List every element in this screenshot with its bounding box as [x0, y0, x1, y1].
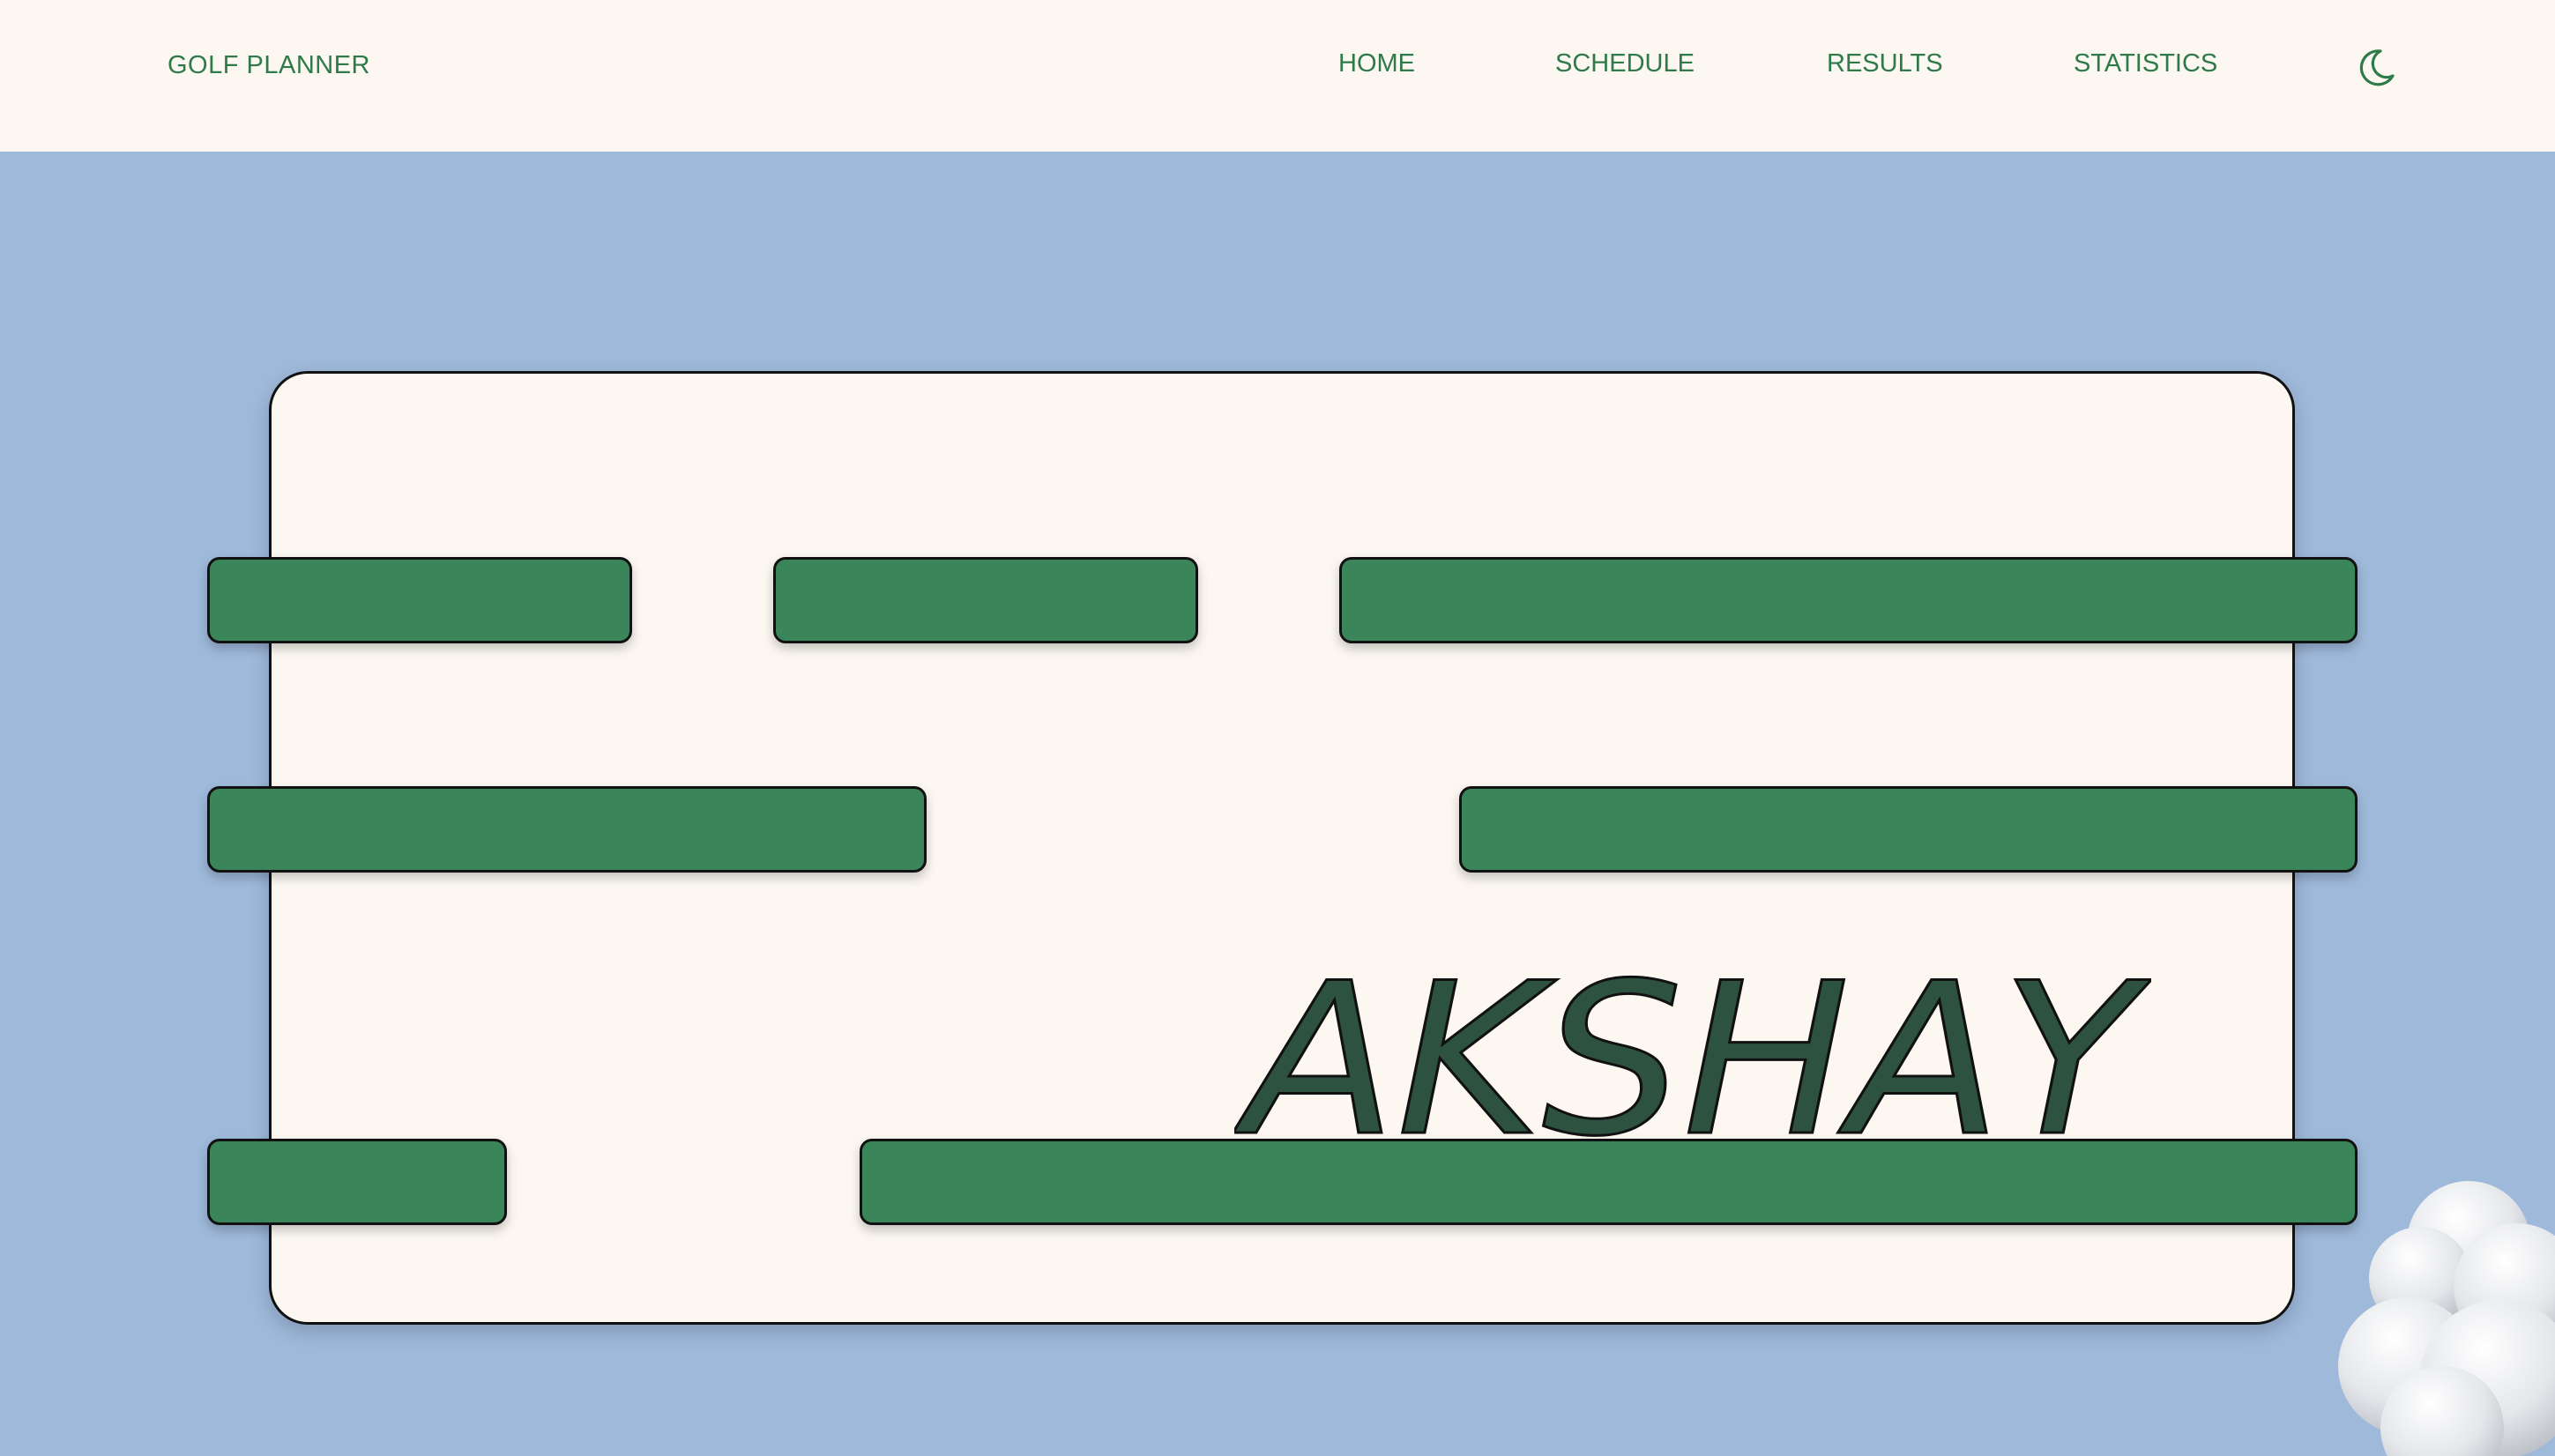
cloud-decoration	[2338, 1181, 2555, 1456]
decorative-bar-5	[1459, 786, 2358, 873]
decorative-bar-4	[207, 786, 927, 873]
nav-link-results[interactable]: RESULTS	[1827, 49, 1943, 78]
brand-logo-text[interactable]: GOLF PLANNER	[168, 51, 370, 80]
top-navbar: GOLF PLANNER HOME SCHEDULE RESULTS STATI…	[0, 0, 2555, 152]
hero-name: AKSHAY	[1234, 952, 2151, 1146]
decorative-bar-2	[773, 557, 1198, 643]
decorative-bar-6	[207, 1139, 507, 1225]
hero-name-text: AKSHAY	[1234, 952, 2151, 1146]
moon-icon[interactable]	[2354, 46, 2398, 90]
nav-link-home[interactable]: HOME	[1338, 49, 1415, 78]
decorative-bar-3	[1339, 557, 2358, 643]
moon-icon-graphic	[2359, 49, 2395, 86]
nav-link-schedule[interactable]: SCHEDULE	[1555, 49, 1695, 78]
decorative-bar-1	[207, 557, 632, 643]
decorative-bar-7	[860, 1139, 2358, 1225]
nav-link-statistics[interactable]: STATISTICS	[2074, 49, 2217, 78]
